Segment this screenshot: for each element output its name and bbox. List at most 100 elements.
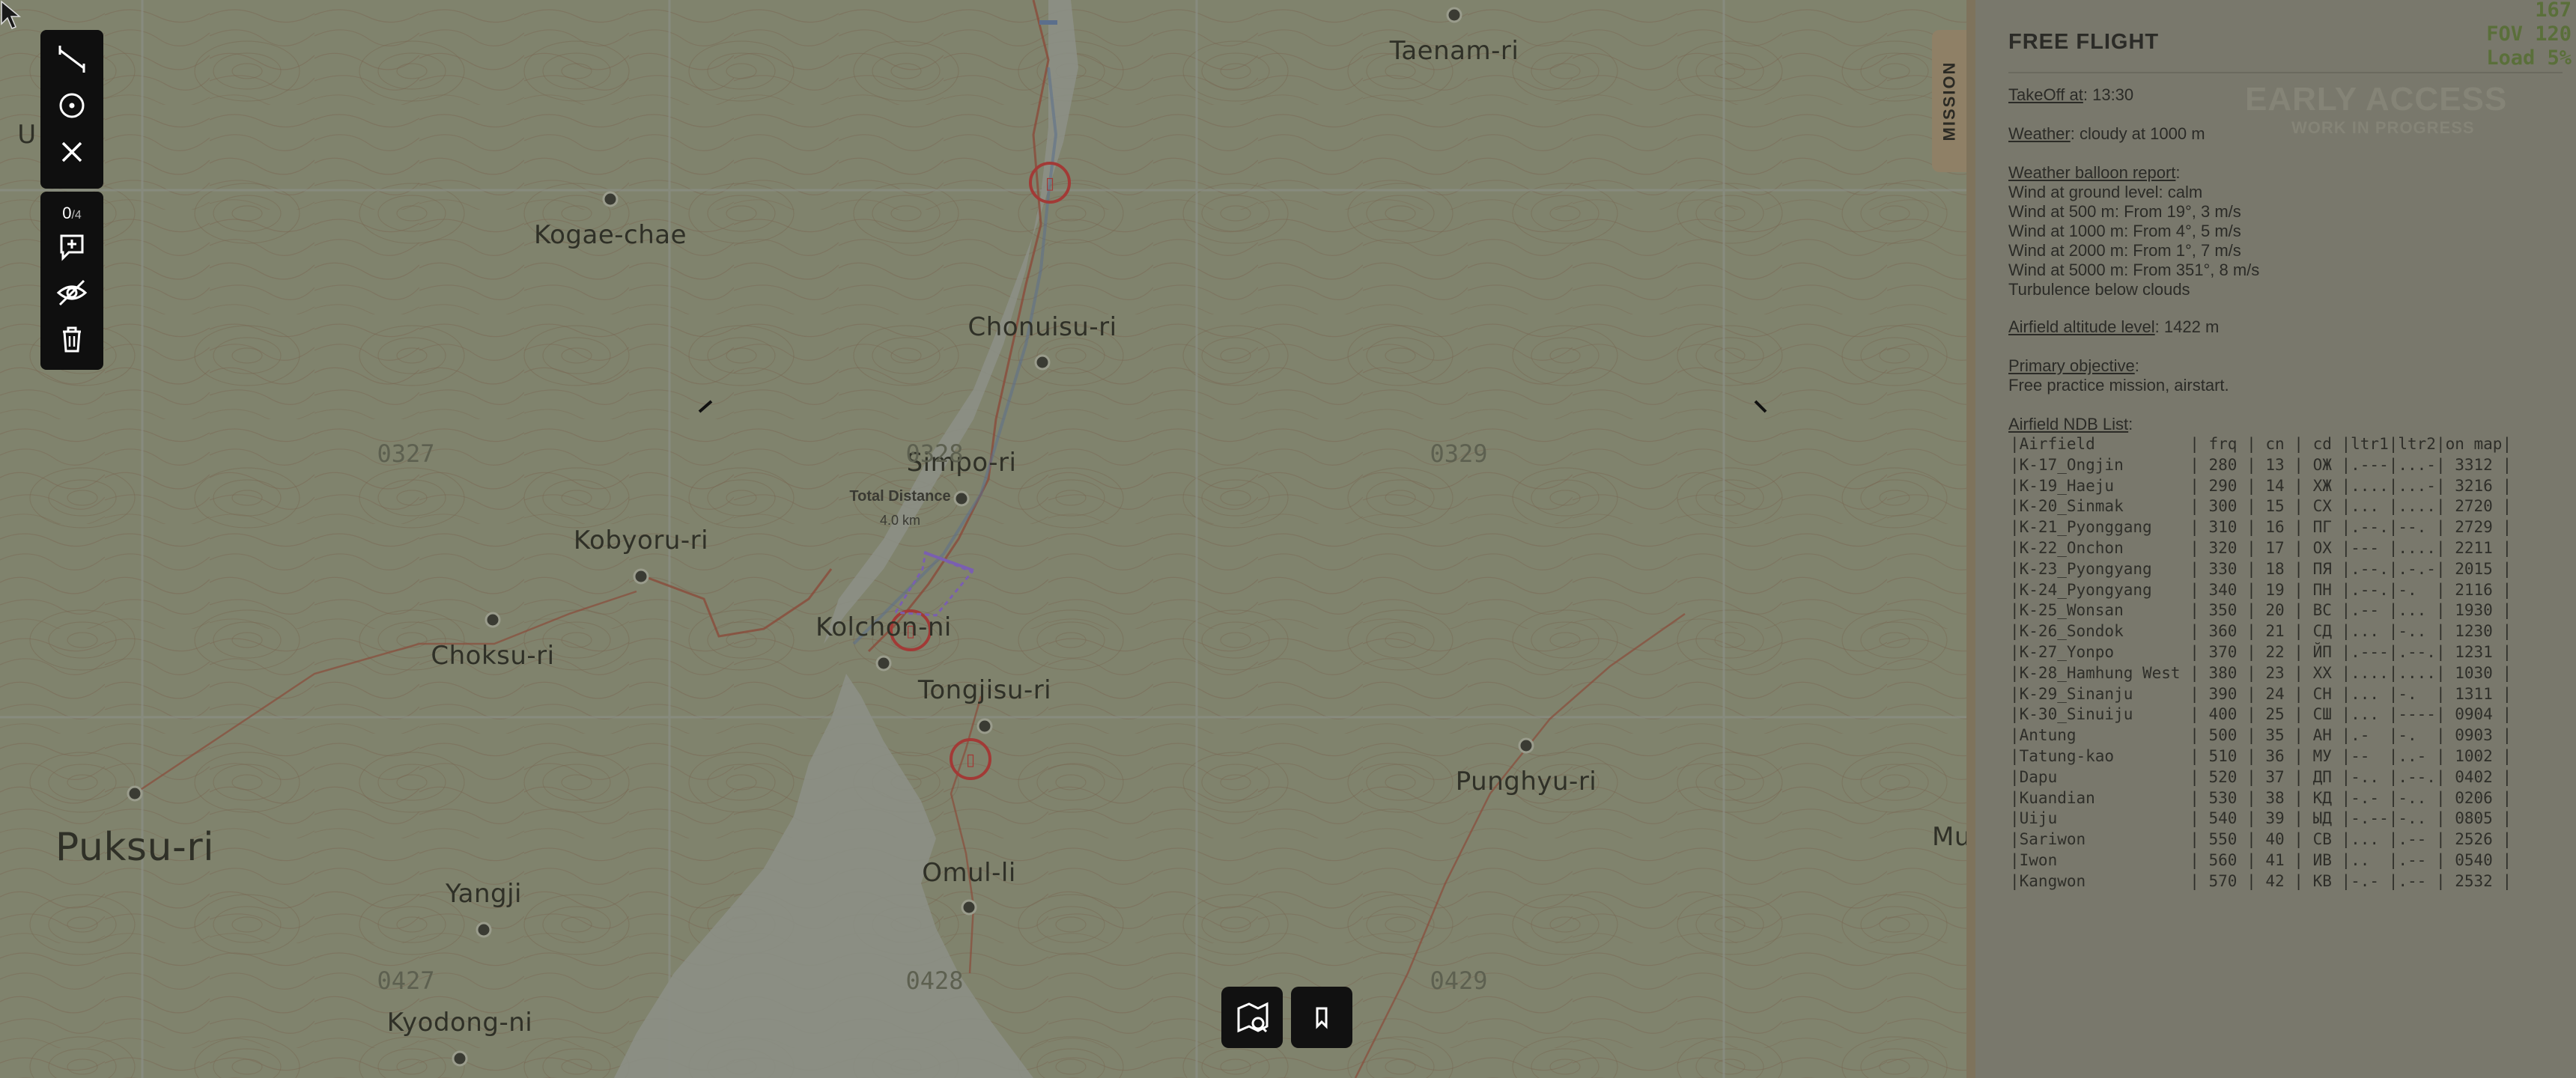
map-label-puksu: Puksu-ri (55, 825, 215, 870)
target-icon (59, 93, 85, 118)
marker-counter: 0/4 (62, 192, 82, 223)
map-canvas[interactable]: ▯ ▯ ▯ (0, 0, 1966, 1078)
balloon-line: Wind at ground level: calm (2008, 183, 2203, 201)
marker-count-current: 0 (62, 204, 72, 222)
balloon-report: Weather balloon report: Wind at ground l… (2008, 163, 2259, 299)
map-view[interactable]: ▯ ▯ ▯ Taenam-ri Kogae-chae Chonuisu-ri S… (0, 0, 1966, 1078)
settlement-dot (127, 785, 143, 802)
settlement-dot (1518, 737, 1534, 754)
grid-label: 0329 (1430, 439, 1488, 468)
map-label-kyodong: Kyodong-ni (386, 1008, 533, 1038)
tab-mission-label: MISSION (1939, 61, 1958, 141)
takeoff-label: TakeOff at (2008, 85, 2083, 104)
markers-toolbar: 0/4 (40, 192, 103, 370)
ndb-label: Airfield NDB List (2008, 415, 2129, 433)
ndb-table-row: |K-22_Onchon | 320 | 17 | ОХ |--- |....|… (2010, 538, 2512, 557)
grid-label: 0428 (905, 966, 964, 995)
ruler-icon (58, 46, 85, 73)
map-search-icon (1237, 1002, 1269, 1033)
settlement-dot (875, 655, 892, 672)
ndb-table-header: |Airfield | frq | cn | cd |ltr1|ltr2|on … (2010, 435, 2512, 453)
settlement-dot (484, 612, 501, 628)
title-divider (2008, 72, 2563, 73)
map-label-punghyu: Punghyu-ri (1455, 767, 1597, 797)
settlement-dot (633, 568, 649, 585)
hide-eye-icon (56, 279, 88, 306)
total-distance-value: 4.0 km (879, 513, 921, 528)
ndb-table-row: |Dapu | 520 | 37 | ДП |-.. |.--.| 0402 | (2010, 767, 2512, 786)
map-label-taenam: Taenam-ri (1389, 36, 1519, 66)
objective-section: Primary objective: Free practice mission… (2008, 356, 2229, 395)
objective-text: Free practice mission, airstart. (2008, 376, 2229, 395)
settlement-dot (476, 922, 492, 938)
svg-text:▯: ▯ (966, 751, 975, 770)
settlement-dot (953, 490, 970, 507)
settlement-dot (452, 1050, 468, 1067)
balloon-line: Wind at 5000 m: From 351°, 8 m/s (2008, 261, 2260, 279)
close-icon (61, 141, 82, 162)
weather-value: : cloudy at 1000 m (2070, 124, 2205, 143)
total-distance-label: Total Distance (849, 488, 951, 505)
close-button[interactable] (40, 129, 103, 175)
ndb-table-row: |K-23_Pyongyang | 330 | 18 | ПЯ |.--.|.-… (2010, 559, 2512, 578)
ndb-table-row: |K-26_Sondok | 360 | 21 | СД |... |-.. |… (2010, 622, 2512, 641)
ndb-table: |Airfield | frq | cn | cd |ltr1|ltr2|on … (2010, 434, 2512, 892)
ndb-table-row: |K-20_Sinmak | 300 | 15 | СХ |... |....|… (2010, 497, 2512, 516)
map-label-choksu: Choksu-ri (431, 641, 555, 671)
target-button[interactable] (40, 82, 103, 129)
altitude-value: : 1422 m (2154, 317, 2220, 336)
balloon-colon: : (2175, 163, 2181, 182)
ndb-table-row: |K-29_Sinanju | 390 | 24 | СН |... |-. |… (2010, 684, 2512, 703)
map-label-omul: Omul-li (922, 858, 1016, 888)
ndb-table-row: |Kuandian | 530 | 38 | КД |-.- |-.. | 02… (2010, 788, 2512, 807)
ndb-table-row: |Iwon | 560 | 41 | ИВ |.. |.-- | 0540 | (2010, 850, 2512, 869)
map-label-kogae: Kogae-chae (533, 220, 687, 250)
ndb-table-row: |K-19_Haeju | 290 | 14 | ХЖ |....|...-| … (2010, 476, 2512, 495)
map-label-chonuisu: Chonuisu-ri (967, 312, 1117, 342)
marker-count-total: /4 (71, 209, 82, 222)
balloon-line: Wind at 1000 m: From 4°, 5 m/s (2008, 222, 2241, 240)
map-label-tongjisu: Tongjisu-ri (917, 675, 1052, 705)
grid-label: 0327 (377, 439, 435, 468)
ndb-table-row: |Tatung-kao | 510 | 36 | МУ |-- |..- | 1… (2010, 746, 2512, 765)
altitude-label: Airfield altitude level (2008, 317, 2155, 336)
bookmark-button[interactable] (1291, 987, 1352, 1048)
takeoff-row: TakeOff at: 13:30 (2008, 85, 2133, 105)
ndb-table-row: |K-27_Yonpo | 370 | 22 | ЙП |.---|.--.| … (2010, 642, 2512, 661)
map-label-kobyoru: Kobyoru-ri (573, 526, 709, 555)
bookmark-icon (1316, 1007, 1328, 1029)
altitude-row: Airfield altitude level: 1422 m (2008, 317, 2219, 337)
takeoff-value: : 13:30 (2083, 85, 2134, 104)
hud-load: Load 5% (2486, 46, 2572, 70)
add-marker-button[interactable] (40, 223, 103, 270)
delete-markers-button[interactable] (40, 316, 103, 362)
grid-label: 0328 (905, 439, 964, 468)
grid-label: 0429 (1430, 966, 1488, 995)
ndb-header: Airfield NDB List: (2008, 415, 2133, 434)
objective-label: Primary objective (2008, 356, 2135, 375)
hud-readout-1: 167 (2535, 0, 2572, 22)
map-search-button[interactable] (1221, 987, 1283, 1048)
ndb-table-row: |K-24_Pyongyang | 340 | 19 | ПН |.--.|-.… (2010, 580, 2512, 599)
total-distance-readout: Total Distance 4.0 km (849, 488, 950, 529)
balloon-line: Turbulence below clouds (2008, 280, 2190, 299)
ndb-table-row: |K-21_Pyonggang | 310 | 16 | ПГ |.--.|--… (2010, 518, 2512, 537)
watermark-wip: WORK IN PROGRESS (2291, 118, 2475, 137)
panel-divider (1966, 0, 1975, 1078)
ndb-table-row: |K-25_Wonsan | 350 | 20 | ВС |.-- |... |… (2010, 601, 2512, 620)
map-label-mu: Mu (1932, 822, 1966, 852)
ruler-button[interactable] (40, 36, 103, 82)
ndb-table-row: |Antung | 500 | 35 | АН |.- |-. | 0903 | (2010, 726, 2512, 745)
settlement-dot (602, 191, 619, 207)
mission-panel: FREE FLIGHT TakeOff at: 13:30 Weather: c… (1975, 0, 2576, 1078)
mouse-cursor-icon (1, 0, 22, 29)
weather-row: Weather: cloudy at 1000 m (2008, 124, 2205, 144)
ndb-table-row: |K-28_Hamhung West | 380 | 23 | ХХ |....… (2010, 663, 2512, 682)
tab-mission[interactable]: MISSION (1932, 30, 1966, 172)
settlement-dot (1034, 354, 1051, 371)
ndb-table-row: |Kangwon | 570 | 42 | КВ |-.- |.-- | 253… (2010, 871, 2512, 890)
hide-markers-button[interactable] (40, 270, 103, 316)
map-label-yangji: Yangji (446, 879, 522, 909)
objective-colon: : (2134, 356, 2139, 375)
map-tools-toolbar (40, 30, 103, 189)
